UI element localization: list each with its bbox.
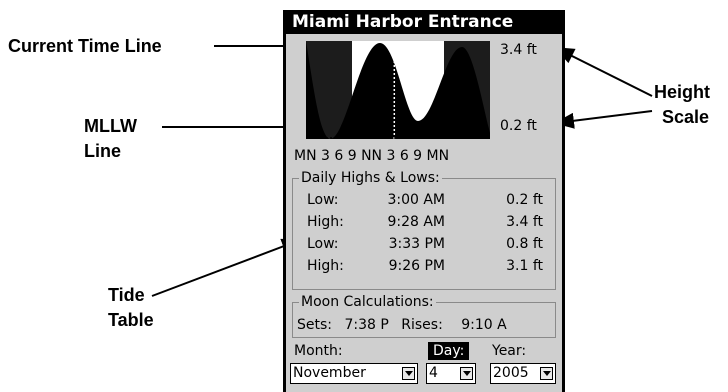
moon-rises-label: Rises: <box>401 317 443 333</box>
daily-highs-lows-legend: Daily Highs & Lows: <box>299 170 442 186</box>
chevron-down-icon[interactable] <box>460 367 473 380</box>
height-scale-top: 3.4 ft <box>500 42 537 58</box>
day-label: Day: <box>428 342 470 360</box>
year-dropdown[interactable]: 2005 <box>490 363 556 384</box>
tide-row: High: 9:28 AM 3.4 ft <box>293 211 555 233</box>
height-scale-label-line2: Scale <box>662 107 710 127</box>
height-scale-bottom: 0.2 ft <box>500 118 537 134</box>
year-label: Year: <box>492 343 527 359</box>
time-axis-labels: MN 3 6 9 NN 3 6 9 MN <box>294 148 450 164</box>
moon-calculations-box: Moon Calculations: Sets: 7:38 P Rises: 9… <box>292 294 556 338</box>
tide-graph <box>306 41 490 139</box>
height-scale-label-line1: Height <box>654 82 710 102</box>
tide-height: 0.2 ft <box>506 192 543 208</box>
month-dropdown-value: November <box>293 365 366 381</box>
chevron-down-icon[interactable] <box>402 367 415 380</box>
tide-row: High: 9:26 PM 3.1 ft <box>293 255 555 277</box>
tide-type: High: <box>307 258 344 274</box>
moon-sets-label: Sets: <box>297 317 332 333</box>
tide-screen: Miami Harbor Entrance 3.4 ft 0.2 ft MN 3… <box>283 10 565 392</box>
height-arrow-bottom <box>554 110 653 129</box>
year-dropdown-value: 2005 <box>493 365 529 381</box>
moon-rises-value: 9:10 A <box>461 317 507 333</box>
tide-table-arrow <box>151 238 302 297</box>
moon-calculations-legend: Moon Calculations: <box>299 294 436 310</box>
day-dropdown-value: 4 <box>429 365 438 381</box>
tide-table-label-line2: Table <box>108 310 154 330</box>
day-dropdown[interactable]: 4 <box>426 363 476 384</box>
tide-type: Low: <box>307 236 339 252</box>
tide-time: 9:26 PM <box>388 258 445 274</box>
tide-table-label-line1: Tide <box>108 285 145 305</box>
height-arrow-top <box>554 47 653 97</box>
daily-highs-lows-box: Daily Highs & Lows: Low: 3:00 AM 0.2 ft … <box>292 170 556 290</box>
tide-height: 0.8 ft <box>506 236 543 252</box>
tide-row: Low: 3:33 PM 0.8 ft <box>293 233 555 255</box>
tide-time: 9:28 AM <box>387 214 445 230</box>
tide-time: 3:00 AM <box>387 192 445 208</box>
chevron-down-icon[interactable] <box>540 367 553 380</box>
tide-type: High: <box>307 214 344 230</box>
mllw-label-line2: Line <box>84 141 122 161</box>
month-label: Month: <box>294 343 343 359</box>
tide-time: 3:33 PM <box>388 236 445 252</box>
tide-row: Low: 3:00 AM 0.2 ft <box>293 189 555 211</box>
tide-type: Low: <box>307 192 339 208</box>
current-time-line-label: Current Time Line <box>8 36 162 56</box>
tide-height: 3.4 ft <box>506 214 543 230</box>
month-dropdown[interactable]: November <box>290 363 418 384</box>
page-title: Miami Harbor Entrance <box>286 10 562 34</box>
moon-sets-value: 7:38 P <box>344 317 389 333</box>
mllw-label-line1: MLLW <box>84 116 137 136</box>
tide-height: 3.1 ft <box>506 258 543 274</box>
